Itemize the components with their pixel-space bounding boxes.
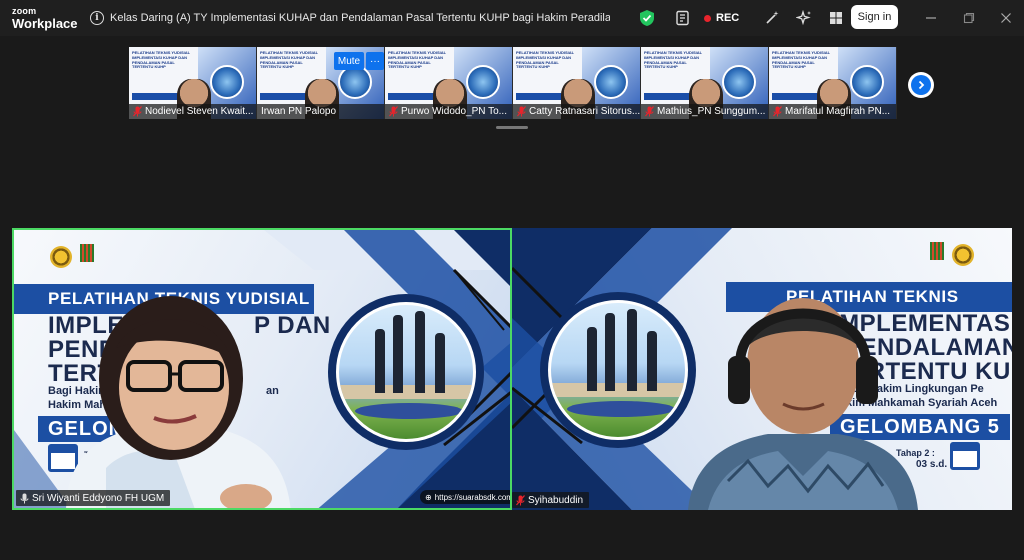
gallery-layout-icon[interactable] [821, 3, 851, 33]
institution-logo [50, 246, 72, 268]
thumb-slide-header: PELATIHAN TEKNIS YUDISIAL IMPLEMENTASI K… [516, 50, 575, 70]
thumbnail-name-label: Catty Ratnasari Sitorus... [513, 104, 641, 119]
restore-icon[interactable] [950, 0, 988, 36]
microphone-off-icon [517, 106, 526, 117]
minimize-icon[interactable] [912, 0, 950, 36]
thumbnail-name-label: Mathius_PN Sunggum... [641, 104, 768, 119]
thumb-campus-circle [722, 65, 756, 99]
close-icon[interactable] [987, 0, 1024, 36]
slide-url: ⊕ https://suarabsdk.com/ [420, 490, 512, 504]
thumbnail-name-label: Irwan PN Palopo [257, 104, 384, 119]
thumb-campus-circle [594, 65, 628, 99]
microphone-icon [20, 493, 29, 503]
microphone-off-icon [645, 106, 654, 117]
participant-name: Syihabuddin [528, 494, 584, 506]
thumb-campus-circle [210, 65, 244, 99]
thumb-campus-circle [850, 65, 884, 99]
more-options-button[interactable]: ··· [366, 52, 384, 70]
record-dot-icon [704, 14, 711, 22]
participant-strip: PELATIHAN TEKNIS YUDISIAL IMPLEMENTASI K… [129, 47, 897, 119]
sparkle-icon[interactable] [789, 3, 819, 33]
rec-label: REC [716, 12, 740, 24]
participant-thumbnail[interactable]: PELATIHAN TEKNIS YUDISIAL IMPLEMENTASI K… [641, 47, 769, 119]
participant-thumbnail[interactable]: PELATIHAN TEKNIS YUDISIAL IMPLEMENTASI K… [385, 47, 513, 119]
microphone-off-icon [516, 494, 525, 505]
thumb-slide-header: PELATIHAN TEKNIS YUDISIAL IMPLEMENTASI K… [260, 50, 319, 70]
chevron-right-icon [911, 75, 931, 95]
thumbnail-name: Mathius_PN Sunggum... [657, 106, 766, 117]
title-bar: zoom Workplace i Kelas Daring (A) TY Imp… [0, 0, 1024, 36]
main-video-area: PELATIHAN TEKNIS YUDISIAL IMPLEMEN P DAN… [12, 228, 1012, 510]
video-tile-second[interactable]: PELATIHAN TEKNIS IMPLEMENTASI PENDALAMAN… [512, 228, 1012, 510]
notes-icon[interactable] [668, 3, 698, 33]
participant-video-left [66, 296, 291, 508]
microphone-off-icon [389, 106, 398, 117]
thumbnail-name: Catty Ratnasari Sitorus... [529, 106, 641, 117]
magic-wand-icon[interactable] [757, 3, 787, 33]
thumb-campus-circle [466, 65, 500, 99]
participant-thumbnail[interactable]: PELATIHAN TEKNIS YUDISIAL IMPLEMENTASI K… [513, 47, 641, 119]
titlebar-tools: REC [632, 0, 851, 36]
campus-photo-circle [540, 292, 696, 448]
meeting-title-area[interactable]: i Kelas Daring (A) TY Implementasi KUHAP… [90, 11, 610, 25]
thumbnail-name: Marifatul Magfirah PN... [785, 106, 891, 117]
thumb-slide-header: PELATIHAN TEKNIS YUDISIAL IMPLEMENTASI K… [644, 50, 703, 70]
participant-name: Sri Wiyanti Eddyono FH UGM [32, 492, 165, 504]
participant-video-right [688, 298, 918, 510]
participant-thumbnail[interactable]: PELATIHAN TEKNIS YUDISIAL IMPLEMENTASI K… [129, 47, 257, 119]
meeting-title: Kelas Daring (A) TY Implementasi KUHAP d… [110, 12, 610, 24]
academy-logo [930, 242, 944, 260]
resize-handle[interactable] [496, 126, 528, 129]
calendar-icon [950, 442, 980, 470]
participant-thumbnail[interactable]: PELATIHAN TEKNIS YUDISIAL IMPLEMENTASI K… [769, 47, 897, 119]
video-tile-active-speaker[interactable]: PELATIHAN TEKNIS YUDISIAL IMPLEMEN P DAN… [12, 228, 512, 510]
slide-url-text: https://suarabsdk.com/ [434, 492, 512, 502]
campus-photo-circle [328, 294, 484, 450]
brand-line2: Workplace [12, 15, 78, 31]
microphone-off-icon [133, 106, 142, 117]
next-page-button[interactable] [908, 72, 934, 98]
thumbnail-name: Irwan PN Palopo [261, 106, 337, 117]
thumb-campus-circle [338, 65, 372, 99]
name-label-left: Sri Wiyanti Eddyono FH UGM [16, 490, 171, 506]
thumbnail-name-label: Nodievel Steven Kwait... [129, 104, 256, 119]
app-logo: zoom Workplace [0, 5, 90, 31]
thumbnail-name-label: Purwo Widodo_PN To... [385, 104, 512, 119]
microphone-off-icon [773, 106, 782, 117]
info-icon[interactable]: i [90, 11, 104, 25]
thumb-slide-header: PELATIHAN TEKNIS YUDISIAL IMPLEMENTASI K… [132, 50, 191, 70]
mute-button[interactable]: Mute [334, 52, 364, 70]
thumb-slide-header: PELATIHAN TEKNIS YUDISIAL IMPLEMENTASI K… [772, 50, 831, 70]
institution-logo [952, 244, 974, 266]
shield-check-icon[interactable] [632, 3, 662, 33]
campus-photo [548, 300, 688, 440]
thumbnail-name: Nodievel Steven Kwait... [145, 106, 254, 117]
thumbnail-name-label: Marifatul Magfirah PN... [769, 104, 896, 119]
campus-photo [336, 302, 476, 442]
globe-icon: ⊕ [425, 492, 432, 502]
brand-line1: zoom [12, 5, 37, 16]
recording-indicator[interactable]: REC [698, 12, 745, 24]
name-label-right: Syihabuddin [512, 492, 590, 508]
academy-logo [80, 244, 94, 262]
thumbnail-name: Purwo Widodo_PN To... [401, 106, 507, 117]
sign-in-button[interactable]: Sign in [851, 5, 898, 29]
thumb-slide-header: PELATIHAN TEKNIS YUDISIAL IMPLEMENTASI K… [388, 50, 447, 70]
